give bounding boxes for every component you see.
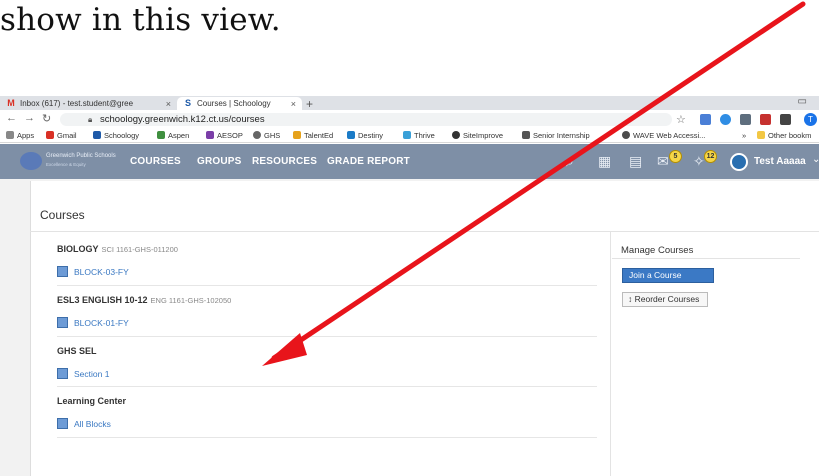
annotation-arrow xyxy=(262,1,806,366)
annotation-arrow-head xyxy=(262,333,307,366)
annotation-arrow-line xyxy=(271,1,806,361)
